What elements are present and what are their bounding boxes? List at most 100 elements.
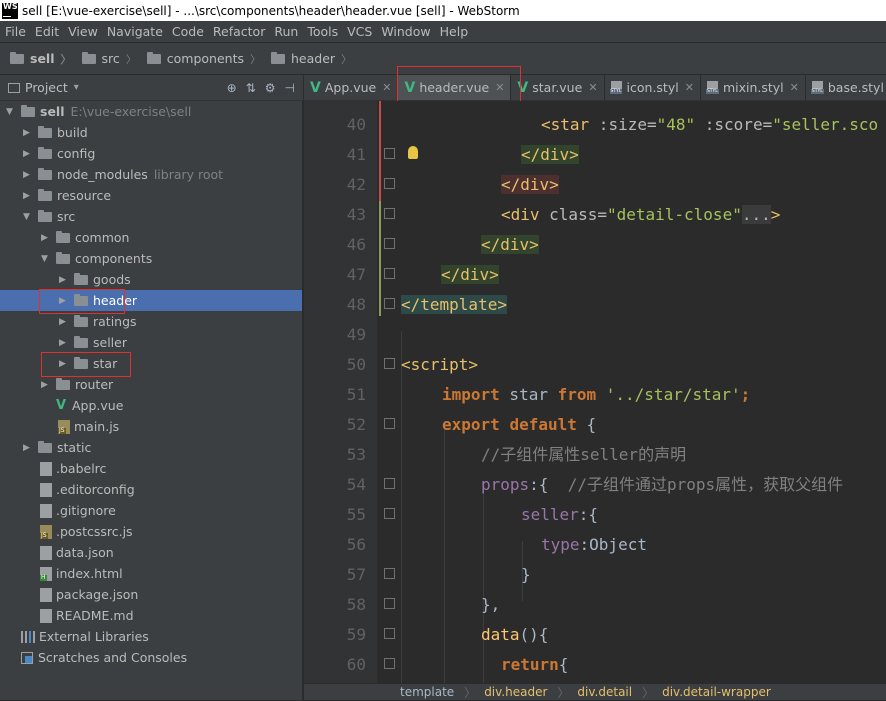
tree-item-header[interactable]: ▶ header: [0, 290, 302, 311]
menu-navigate[interactable]: Navigate: [102, 24, 167, 39]
code-editor[interactable]: 40 <star :size="48" :score="seller.sco 4…: [304, 101, 886, 683]
folded-code[interactable]: ...: [741, 205, 771, 224]
breadcrumb-template[interactable]: template: [400, 685, 454, 699]
tree-item-scratches[interactable]: Scratches and Consoles: [0, 647, 302, 668]
tree-item-external-libraries[interactable]: External Libraries: [0, 626, 302, 647]
tree-item-gitignore[interactable]: .gitignore: [0, 500, 302, 521]
fold-icon[interactable]: [384, 418, 395, 429]
menu-help[interactable]: Help: [435, 24, 473, 39]
breadcrumb-div-detail-wrapper[interactable]: div.detail-wrapper: [662, 685, 771, 699]
chevron-right-icon[interactable]: ▶: [21, 443, 32, 453]
breadcrumb-label: sell: [30, 51, 55, 66]
project-panel-title[interactable]: Project: [25, 80, 68, 95]
fold-icon[interactable]: [384, 568, 395, 579]
tree-item-components[interactable]: ▼ components: [0, 248, 302, 269]
breadcrumb-div-detail[interactable]: div.detail: [577, 685, 632, 699]
fold-icon[interactable]: [384, 358, 395, 369]
tree-item-main-js[interactable]: main.js: [0, 416, 302, 437]
breadcrumb-div-header[interactable]: div.header: [484, 685, 547, 699]
tree-item-seller[interactable]: ▶ seller: [0, 332, 302, 353]
menu-refactor[interactable]: Refactor: [208, 24, 269, 39]
lightbulb-icon[interactable]: [408, 146, 418, 159]
fold-icon[interactable]: [384, 598, 395, 609]
tab-app-vue[interactable]: V App.vue ✕: [304, 75, 399, 100]
menu-file[interactable]: File: [0, 24, 30, 39]
tree-item-app-vue[interactable]: V App.vue: [0, 395, 302, 416]
tree-item-ratings[interactable]: ▶ ratings: [0, 311, 302, 332]
gear-icon[interactable]: ⚙: [265, 81, 276, 95]
tree-item-sell[interactable]: ▼ sell E:\vue-exercise\sell: [0, 101, 302, 122]
tree-item-editorconfig[interactable]: .editorconfig: [0, 479, 302, 500]
tree-item-common[interactable]: ▶ common: [0, 227, 302, 248]
chevron-right-icon[interactable]: ▶: [21, 149, 32, 159]
tree-item-config[interactable]: ▶ config: [0, 143, 302, 164]
close-icon[interactable]: ✕: [790, 81, 799, 94]
tree-item-index-html[interactable]: index.html: [0, 563, 302, 584]
collapse-all-icon[interactable]: ⇅: [246, 81, 256, 95]
tree-item-build[interactable]: ▶ build: [0, 122, 302, 143]
chevron-right-icon[interactable]: ▶: [57, 359, 68, 369]
close-icon[interactable]: ✕: [588, 81, 597, 94]
code-text: seller:{: [521, 500, 598, 530]
chevron-right-icon[interactable]: ▶: [57, 338, 68, 348]
chevron-right-icon[interactable]: ▶: [39, 380, 50, 390]
fold-icon[interactable]: [384, 178, 395, 189]
chevron-right-icon[interactable]: ▶: [57, 317, 68, 327]
fold-icon[interactable]: [384, 268, 395, 279]
fold-icon[interactable]: [384, 148, 395, 159]
tree-item-postcssrc[interactable]: .postcssrc.js: [0, 521, 302, 542]
menu-view[interactable]: View: [63, 24, 102, 39]
menu-edit[interactable]: Edit: [30, 24, 63, 39]
breadcrumb-sell[interactable]: sell 〉: [10, 51, 72, 67]
tree-item-star[interactable]: ▶ star: [0, 353, 302, 374]
close-icon[interactable]: ✕: [495, 81, 504, 94]
close-icon[interactable]: ✕: [382, 81, 391, 94]
hide-panel-icon[interactable]: ⊣: [285, 81, 295, 95]
chevron-right-icon[interactable]: ▶: [21, 128, 32, 138]
breadcrumb-src[interactable]: src 〉: [81, 51, 137, 67]
tab-mixin-styl[interactable]: mixin.styl ✕: [701, 75, 806, 100]
chevron-right-icon[interactable]: ▶: [21, 191, 32, 201]
chevron-down-icon[interactable]: ▼: [21, 212, 32, 222]
breadcrumb-header[interactable]: header 〉: [270, 51, 352, 67]
tree-item-package-json[interactable]: package.json: [0, 584, 302, 605]
chevron-right-icon[interactable]: ▶: [21, 170, 32, 180]
fold-icon[interactable]: [384, 508, 395, 519]
menu-tools[interactable]: Tools: [302, 24, 342, 39]
fold-expand-icon[interactable]: [384, 208, 395, 219]
tree-item-data-json[interactable]: data.json: [0, 542, 302, 563]
tab-header-vue[interactable]: V header.vue ✕: [398, 75, 512, 100]
code-token: </div>: [481, 235, 539, 254]
tree-item-goods[interactable]: ▶ goods: [0, 269, 302, 290]
tree-item-static[interactable]: ▶ static: [0, 437, 302, 458]
tree-item-router[interactable]: ▶ router: [0, 374, 302, 395]
tree-item-readme[interactable]: README.md: [0, 605, 302, 626]
fold-icon[interactable]: [384, 628, 395, 639]
menu-code[interactable]: Code: [167, 24, 208, 39]
tab-star-vue[interactable]: V star.vue ✕: [511, 75, 605, 100]
dropdown-icon[interactable]: ▾: [74, 82, 79, 93]
folder-icon: [21, 104, 35, 117]
menu-window[interactable]: Window: [376, 24, 434, 39]
tab-base-styl[interactable]: base.styl: [806, 75, 886, 100]
tree-item-resource[interactable]: ▶ resource: [0, 185, 302, 206]
chevron-down-icon[interactable]: ▼: [4, 107, 15, 117]
code-text: },: [481, 590, 500, 620]
locate-icon[interactable]: ⊕: [227, 81, 237, 95]
fold-icon[interactable]: [384, 298, 395, 309]
fold-icon[interactable]: [384, 478, 395, 489]
fold-icon[interactable]: [384, 658, 395, 669]
menu-run[interactable]: Run: [269, 24, 302, 39]
tab-icon-styl[interactable]: icon.styl ✕: [605, 75, 701, 100]
tree-item-babelrc[interactable]: .babelrc: [0, 458, 302, 479]
menu-vcs[interactable]: VCS: [342, 24, 376, 39]
breadcrumb-components[interactable]: components 〉: [146, 51, 261, 67]
chevron-right-icon[interactable]: ▶: [57, 275, 68, 285]
chevron-right-icon[interactable]: ▶: [57, 296, 68, 306]
tree-item-src[interactable]: ▼ src: [0, 206, 302, 227]
close-icon[interactable]: ✕: [685, 81, 694, 94]
tree-item-node-modules[interactable]: ▶ node_modules library root: [0, 164, 302, 185]
chevron-right-icon[interactable]: ▶: [39, 233, 50, 243]
fold-icon[interactable]: [384, 238, 395, 249]
chevron-down-icon[interactable]: ▼: [39, 254, 50, 264]
